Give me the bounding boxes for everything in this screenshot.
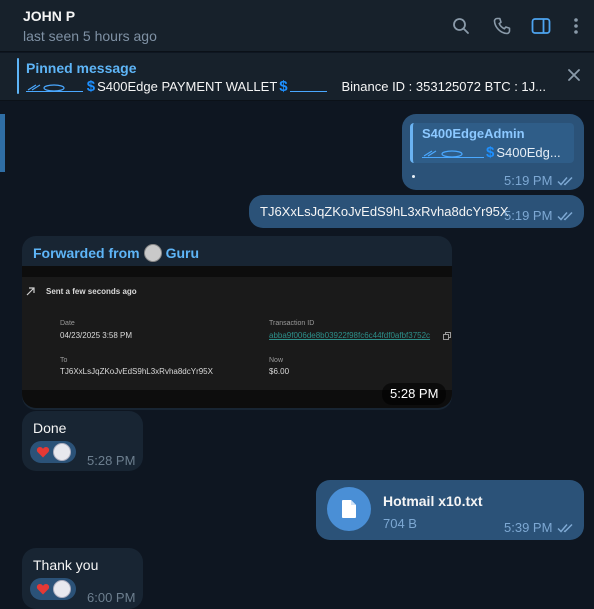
forwarded-name: Guru xyxy=(165,245,200,261)
message-text: TJ6XxLsJqZKoJvEdS9hL3xRvha8dcYr95X xyxy=(260,204,509,219)
heart-icon xyxy=(36,447,50,458)
chat-header: JOHN P last seen 5 hours ago xyxy=(0,0,594,52)
screenshot-now-value: $6.00 xyxy=(269,367,290,376)
forwarded-label: Forwarded from xyxy=(33,245,140,261)
pinned-message-bar[interactable]: Pinned message $ S400Edge PAYMENT WALLET… xyxy=(0,53,594,101)
message-time: 5:28 PM xyxy=(87,453,136,468)
emoji-dot xyxy=(412,175,415,178)
double-check-icon xyxy=(557,523,573,533)
dollar-emoji-icon: $ xyxy=(279,78,288,95)
avatar xyxy=(143,244,162,262)
message-time: 5:19 PM xyxy=(504,173,575,188)
reply-preview: $ S400Edg... xyxy=(422,144,561,161)
contact-status: last seen 5 hours ago xyxy=(23,28,157,44)
screenshot-now-label: Now xyxy=(269,357,284,364)
dollar-emoji-icon: $ xyxy=(486,144,495,161)
file-name[interactable]: Hotmail x10.txt xyxy=(383,493,483,509)
message-time: 6:00 PM xyxy=(87,590,136,605)
underline-emoji-icon xyxy=(289,82,328,92)
screenshot-date-value: 04/23/2025 3:58 PM xyxy=(60,331,133,340)
reply-quote[interactable]: S400EdgeAdmin $ S400Edg... xyxy=(410,123,574,163)
screenshot-to-value: TJ6XxLsJqZKoJvEdS9hL3xRvha8dcYr95X xyxy=(60,367,213,376)
forwarded-header[interactable]: Forwarded from Guru xyxy=(33,244,199,262)
close-pinned-icon[interactable] xyxy=(564,65,584,85)
avatar xyxy=(53,443,71,461)
file-size: 704 B xyxy=(383,516,417,531)
screenshot-to-label: To xyxy=(60,357,68,364)
file-document-icon[interactable] xyxy=(327,487,371,531)
speed-lines-emoji-icon xyxy=(422,149,484,158)
message-time: 5:39 PM xyxy=(504,520,575,535)
double-check-icon xyxy=(557,176,573,186)
scroll-indicator xyxy=(0,114,5,172)
reaction-badge[interactable] xyxy=(30,578,76,600)
heart-icon xyxy=(36,584,50,595)
avatar xyxy=(53,580,71,598)
reaction-badge[interactable] xyxy=(30,441,76,463)
screenshot-date-label: Date xyxy=(60,320,75,327)
message-text: Thank you xyxy=(33,557,99,573)
sidebar-toggle-icon[interactable] xyxy=(529,14,553,38)
more-vertical-icon[interactable] xyxy=(564,14,588,38)
pinned-text-main: S400Edge PAYMENT WALLET xyxy=(97,79,278,94)
screenshot-txid-value: abba9f006de8b03922f98fc6c44fdf0afbf3752c xyxy=(269,331,431,340)
reply-author: S400EdgeAdmin xyxy=(422,126,525,141)
screenshot-sent-label: Sent a few seconds ago xyxy=(46,287,137,296)
speed-lines-emoji-icon xyxy=(26,82,83,92)
message-time: 5:28 PM xyxy=(382,383,447,405)
pinned-title: Pinned message xyxy=(26,60,137,76)
search-icon[interactable] xyxy=(449,14,473,38)
pinned-accent-bar xyxy=(17,58,19,94)
screenshot-txid-label: Transaction ID xyxy=(269,320,315,327)
pinned-text-tail: Binance ID : 353125072 BTC : 1J... xyxy=(341,79,546,94)
contact-name[interactable]: JOHN P xyxy=(23,8,75,24)
pinned-text: $ S400Edge PAYMENT WALLET $ Binance ID :… xyxy=(26,78,546,95)
reply-preview-text: S400Edg... xyxy=(496,145,561,160)
arrow-up-right-icon xyxy=(26,287,35,296)
message-time: 5:19 PM xyxy=(504,208,575,223)
copy-icon xyxy=(443,332,451,340)
double-check-icon xyxy=(557,211,573,221)
dollar-emoji-icon: $ xyxy=(86,78,96,95)
message-text: Done xyxy=(33,420,67,436)
phone-icon[interactable] xyxy=(490,14,514,38)
